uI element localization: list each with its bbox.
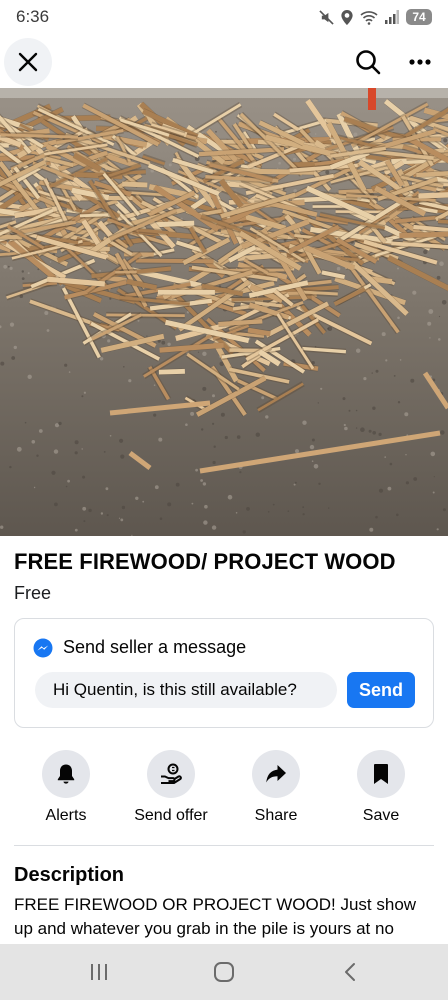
status-bar: 6:36 74: [0, 0, 448, 34]
message-seller-card: Send seller a message Send: [14, 618, 434, 728]
back-icon: [345, 963, 355, 981]
signal-icon: [385, 10, 399, 24]
more-options-button[interactable]: [396, 38, 444, 86]
search-button[interactable]: [344, 38, 392, 86]
share-circle: [252, 750, 300, 798]
send-offer-button[interactable]: Send offer: [116, 750, 226, 825]
listing-photo[interactable]: [0, 88, 448, 536]
system-nav-bar: [0, 944, 448, 1000]
share-button[interactable]: Share: [221, 750, 331, 825]
search-icon: [356, 50, 381, 75]
close-icon: [18, 52, 38, 72]
wifi-icon: [360, 10, 378, 25]
alerts-circle: [42, 750, 90, 798]
alerts-button[interactable]: Alerts: [11, 750, 121, 825]
section-divider: [14, 845, 434, 846]
top-bar: [0, 34, 448, 88]
send-button[interactable]: Send: [347, 672, 415, 708]
close-button[interactable]: [4, 38, 52, 86]
send-offer-label: Send offer: [134, 807, 208, 824]
status-icons: 74: [319, 9, 432, 25]
share-icon: [266, 765, 286, 783]
bell-icon: [57, 764, 75, 784]
recents-button[interactable]: [69, 952, 129, 992]
save-button[interactable]: Save: [326, 750, 436, 825]
save-label: Save: [362, 807, 400, 824]
home-button[interactable]: [194, 952, 254, 992]
recents-icon: [91, 964, 107, 980]
description-heading: Description: [14, 864, 125, 886]
battery-indicator: 74: [406, 9, 432, 25]
message-heading-row: Send seller a message: [33, 637, 246, 658]
mute-icon: [319, 9, 334, 25]
listing-title: FREE FIREWOOD/ PROJECT WOOD: [14, 549, 396, 574]
listing-price: Free: [14, 583, 52, 603]
location-icon: [341, 9, 353, 25]
firewood-photo: [0, 88, 448, 536]
alerts-label: Alerts: [45, 807, 87, 824]
description-text: FREE FIREWOOD OR PROJECT WOOD! Just show…: [14, 895, 417, 938]
bookmark-icon: [374, 764, 388, 784]
messenger-icon: [33, 638, 53, 657]
more-dots-icon: [409, 59, 431, 65]
message-heading: Send seller a message: [63, 637, 247, 657]
message-input[interactable]: [35, 672, 337, 708]
save-circle: [357, 750, 405, 798]
action-row: Alerts Send offer Share Save: [0, 750, 448, 830]
home-icon: [214, 962, 234, 982]
send-offer-circle: [147, 750, 195, 798]
share-label: Share: [254, 807, 298, 824]
back-button[interactable]: [320, 952, 380, 992]
status-time: 6:36: [16, 7, 50, 26]
offer-icon: [161, 763, 182, 784]
